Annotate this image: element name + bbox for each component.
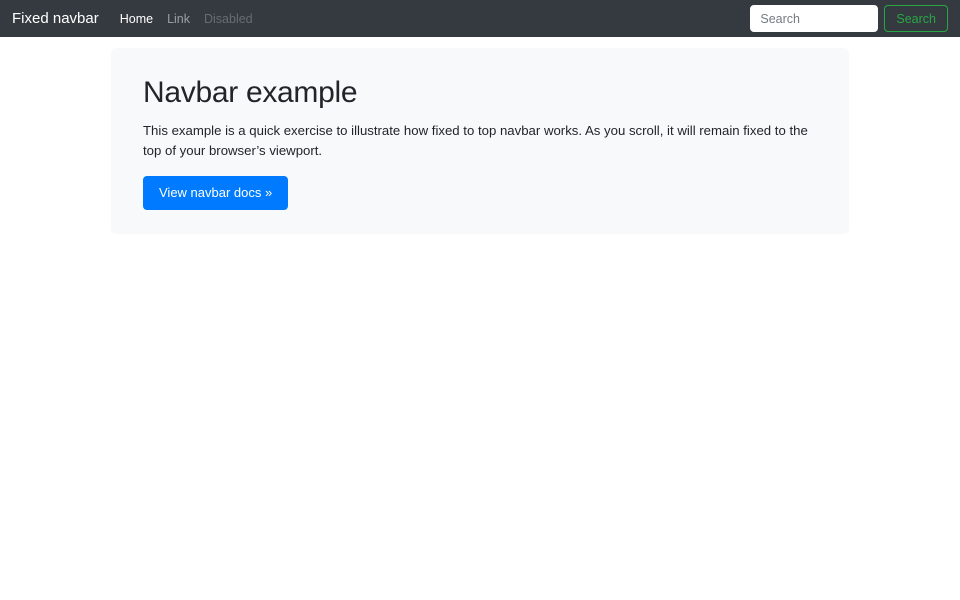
intro-text: This example is a quick exercise to illu… bbox=[143, 121, 817, 162]
search-button[interactable]: Search bbox=[884, 5, 948, 32]
nav-item-disabled: Disabled bbox=[197, 8, 260, 30]
nav-item-link[interactable]: Link bbox=[160, 8, 197, 30]
navbar-brand[interactable]: Fixed navbar bbox=[12, 10, 99, 27]
search-input[interactable] bbox=[750, 5, 878, 32]
top-navbar: Fixed navbar Home Link Disabled Search bbox=[0, 0, 960, 37]
jumbotron: Navbar example This example is a quick e… bbox=[111, 48, 849, 234]
view-navbar-docs-button[interactable]: View navbar docs » bbox=[143, 176, 288, 210]
navbar-search-form: Search bbox=[750, 5, 948, 32]
nav-item-home[interactable]: Home bbox=[113, 8, 160, 30]
page-title: Navbar example bbox=[143, 74, 817, 112]
navbar-nav: Home Link Disabled bbox=[113, 10, 751, 28]
